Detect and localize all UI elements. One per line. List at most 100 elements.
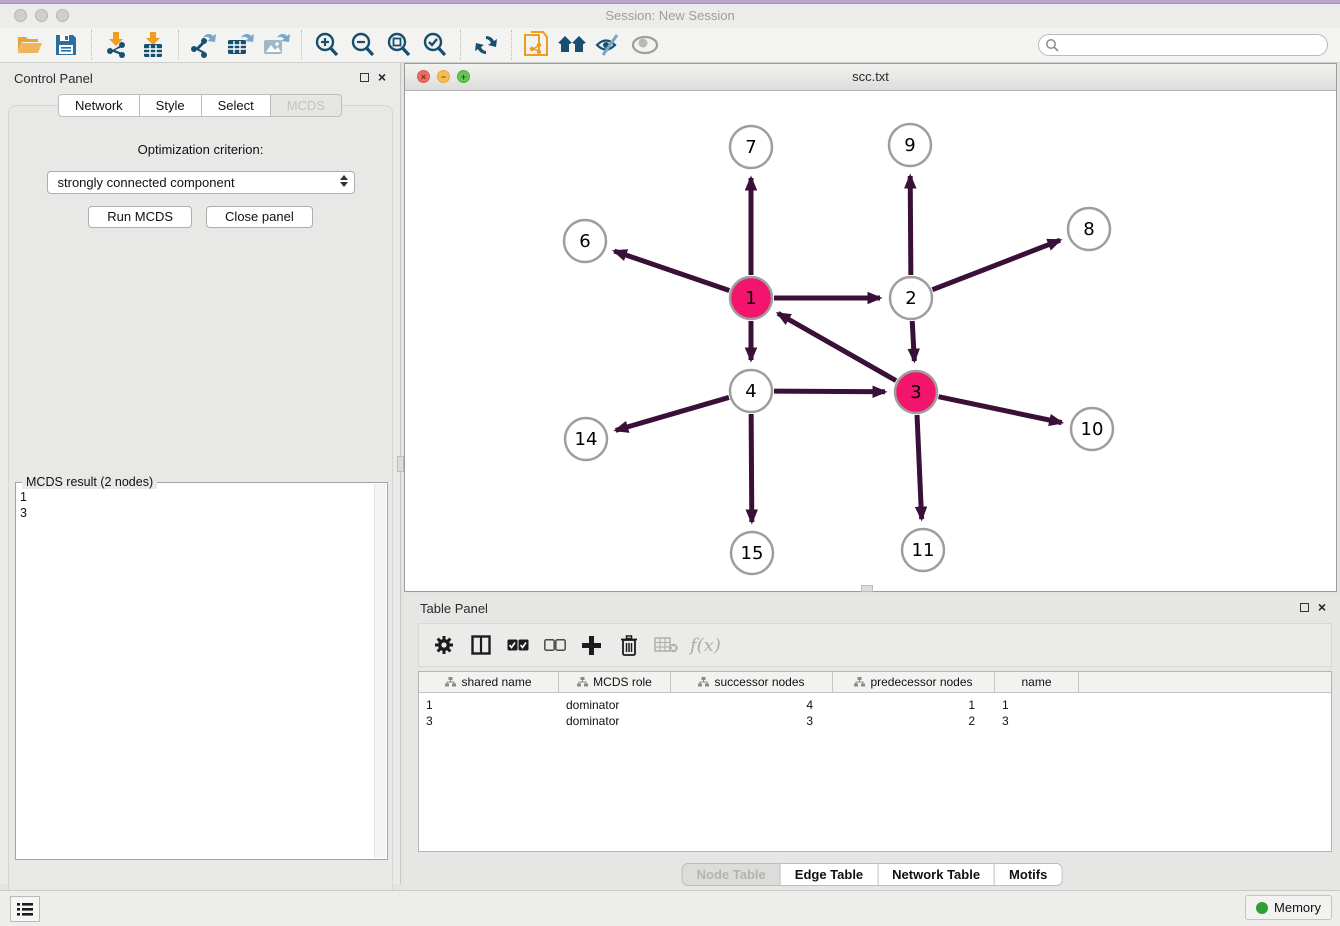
close-panel-icon[interactable]: × — [378, 73, 386, 82]
table-cell[interactable]: 3 — [671, 713, 833, 729]
export-image-icon — [263, 32, 290, 58]
memory-button[interactable]: Memory — [1245, 895, 1332, 920]
graph-edge-4-3[interactable] — [774, 391, 885, 392]
session-title: Session: New Session — [0, 8, 1340, 23]
duplicate-network-button[interactable] — [519, 30, 555, 60]
apply-layout-button[interactable] — [468, 30, 504, 60]
graph-node-8[interactable]: 8 — [1068, 208, 1110, 250]
save-session-button[interactable] — [48, 30, 84, 60]
deselect-all-columns-button[interactable] — [538, 628, 571, 662]
hide-graphics-button[interactable] — [591, 30, 627, 60]
network-titlebar[interactable]: × − + scc.txt — [405, 64, 1336, 91]
zoom-in-button[interactable] — [309, 30, 345, 60]
export-network-button[interactable] — [186, 30, 222, 60]
graph-edge-3-11[interactable] — [917, 415, 922, 519]
svg-text:1: 1 — [745, 288, 756, 309]
graph-edge-4-15[interactable] — [751, 414, 752, 522]
column-type-icon — [577, 677, 588, 687]
graph-edge-2-3[interactable] — [912, 321, 914, 361]
graph-node-2[interactable]: 2 — [890, 277, 932, 319]
table-row[interactable]: 1dominator411 — [419, 697, 1331, 713]
zoom-out-button[interactable] — [345, 30, 381, 60]
float-table-panel-icon[interactable] — [1300, 603, 1309, 612]
result-scrollbar[interactable] — [374, 484, 386, 858]
zoom-fit-button[interactable] — [381, 30, 417, 60]
graph-edge-3-10[interactable] — [939, 397, 1062, 423]
table-cell[interactable]: 1 — [833, 697, 995, 713]
table-cell[interactable]: 3 — [995, 713, 1079, 729]
graph-node-11[interactable]: 11 — [902, 529, 944, 571]
graph-node-6[interactable]: 6 — [564, 220, 606, 262]
mcds-result-group: MCDS result (2 nodes) 1 3 — [15, 482, 388, 860]
table-cell[interactable]: 2 — [833, 713, 995, 729]
graph-node-14[interactable]: 14 — [565, 418, 607, 460]
graph-edge-1-6[interactable] — [614, 251, 729, 290]
float-panel-icon[interactable] — [360, 73, 369, 82]
open-session-button[interactable] — [12, 30, 48, 60]
tab-mcds[interactable]: MCDS — [271, 94, 342, 117]
svg-text:10: 10 — [1081, 419, 1104, 440]
import-network-icon — [105, 32, 129, 58]
table-cell[interactable]: 4 — [671, 697, 833, 713]
network-window: × − + scc.txt 7 9 6 8 1 2 4 3 14 10 15 11 — [404, 63, 1337, 592]
table-cell[interactable]: 1 — [419, 697, 559, 713]
table-toolbar: f(x) — [418, 623, 1332, 667]
column-header-predecessor-nodes[interactable]: predecessor nodes — [833, 672, 995, 692]
task-history-button[interactable] — [10, 896, 40, 922]
tab-motifs[interactable]: Motifs — [995, 863, 1062, 886]
delete-table-icon — [654, 637, 678, 653]
export-table-button[interactable] — [222, 30, 258, 60]
graph-edge-4-14[interactable] — [616, 397, 729, 430]
tab-style[interactable]: Style — [140, 94, 202, 117]
eye-disabled-button[interactable] — [627, 30, 663, 60]
table-settings-button[interactable] — [427, 628, 460, 662]
graph-edge-2-9[interactable] — [910, 176, 911, 275]
table-cell[interactable]: 1 — [995, 697, 1079, 713]
import-network-button[interactable] — [99, 30, 135, 60]
table-cell[interactable]: 3 — [419, 713, 559, 729]
svg-text:11: 11 — [912, 540, 935, 561]
run-mcds-button[interactable]: Run MCDS — [88, 206, 192, 228]
tab-network-table[interactable]: Network Table — [878, 863, 995, 886]
create-column-button[interactable] — [575, 628, 608, 662]
zoom-in-icon — [314, 32, 340, 58]
tab-edge-table[interactable]: Edge Table — [781, 863, 878, 886]
graph-edge-2-8[interactable] — [932, 240, 1060, 289]
table-row[interactable]: 3dominator323 — [419, 713, 1331, 729]
search-input[interactable] — [1038, 34, 1328, 56]
vertical-splitter-grip[interactable] — [397, 456, 404, 472]
import-table-button[interactable] — [135, 30, 171, 60]
select-all-columns-button[interactable] — [501, 628, 534, 662]
delete-table-button[interactable] — [649, 628, 682, 662]
close-panel-button[interactable]: Close panel — [206, 206, 313, 228]
zoom-selected-button[interactable] — [417, 30, 453, 60]
svg-text:2: 2 — [905, 288, 916, 309]
table-cell[interactable]: dominator — [559, 713, 671, 729]
graph-node-3[interactable]: 3 — [895, 371, 937, 413]
show-panels-button[interactable] — [555, 30, 591, 60]
horizontal-splitter-grip[interactable] — [861, 585, 873, 592]
function-builder-button[interactable]: f(x) — [690, 635, 721, 656]
graph-node-4[interactable]: 4 — [730, 370, 772, 412]
export-image-button[interactable] — [258, 30, 294, 60]
import-table-icon — [141, 32, 165, 58]
show-columns-button[interactable] — [464, 628, 497, 662]
network-graph[interactable]: 7 9 6 8 1 2 4 3 14 10 15 11 — [405, 91, 1336, 592]
tab-select[interactable]: Select — [202, 94, 271, 117]
graph-node-15[interactable]: 15 — [731, 532, 773, 574]
column-header-successor-nodes[interactable]: successor nodes — [671, 672, 833, 692]
table-cell[interactable]: dominator — [559, 697, 671, 713]
graph-node-7[interactable]: 7 — [730, 126, 772, 168]
graph-node-1[interactable]: 1 — [730, 277, 772, 319]
delete-column-button[interactable] — [612, 628, 645, 662]
graph-node-9[interactable]: 9 — [889, 124, 931, 166]
graph-node-10[interactable]: 10 — [1071, 408, 1113, 450]
column-header-name[interactable]: name — [995, 672, 1079, 692]
column-header-mcds-role[interactable]: MCDS role — [559, 672, 671, 692]
graph-edge-3-1[interactable] — [778, 313, 896, 380]
column-header-shared-name[interactable]: shared name — [419, 672, 559, 692]
tab-network[interactable]: Network — [58, 94, 140, 117]
close-table-panel-icon[interactable]: × — [1318, 603, 1326, 612]
criterion-dropdown[interactable]: strongly connected component — [47, 171, 355, 194]
tab-node-table[interactable]: Node Table — [682, 863, 781, 886]
